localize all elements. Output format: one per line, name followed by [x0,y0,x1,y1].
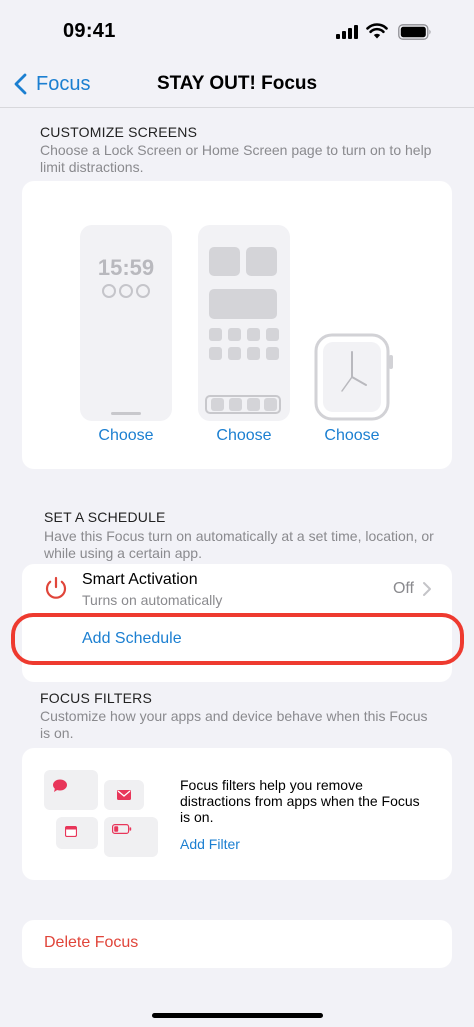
filter-tile [104,817,158,857]
app-icon-placeholder [266,328,279,341]
lock-screen-time: 15:59 [97,255,155,280]
filter-tile [56,817,98,849]
home-indicator [111,412,141,415]
dock-placeholder [205,395,281,414]
choose-watch-face-button[interactable]: Choose [302,427,402,445]
app-icon-placeholder [247,328,260,341]
delete-focus-row[interactable]: Delete Focus [22,920,452,968]
watch-face-preview[interactable] [314,333,394,421]
lock-screen-preview[interactable]: 15:59 [80,225,172,421]
message-icon [53,779,67,792]
smart-activation-label: Smart Activation [82,571,198,588]
home-screen-preview[interactable] [198,225,290,421]
status-time: 09:41 [63,20,116,42]
battery-icon [398,24,431,40]
set-schedule-header: SET A SCHEDULE [44,509,166,525]
filter-tile [44,770,98,810]
app-icon-placeholder [209,347,222,360]
home-indicator-bar[interactable] [152,1013,323,1018]
calendar-icon [65,826,77,837]
set-schedule-description: Have this Focus turn on automatically at… [44,528,434,561]
customize-screens-header: CUSTOMIZE SCREENS [40,124,198,140]
focus-filters-info: Focus filters help you remove distractio… [180,777,420,825]
lock-screen-widgets [102,284,150,298]
widget-placeholder [209,247,240,276]
customize-screens-description: Choose a Lock Screen or Home Screen page… [40,142,432,175]
highlight-annotation [11,613,464,665]
focus-filters-header: FOCUS FILTERS [40,690,153,706]
chevron-right-icon [423,582,431,596]
app-icon-placeholder [228,347,241,360]
navigation-bar: Focus STAY OUT! Focus [0,60,474,108]
filter-tile [104,780,144,810]
app-icon-placeholder [228,328,241,341]
power-icon [45,576,67,599]
settings-content[interactable]: CUSTOMIZE SCREENS Choose a Lock Screen o… [0,108,474,1027]
app-icon-placeholder [209,328,222,341]
widget-placeholder [246,247,277,276]
smart-activation-subtitle: Turns on automatically [82,592,223,608]
smart-activation-row[interactable]: Smart Activation Turns on automatically … [22,564,452,615]
cellular-signal-icon [336,25,360,39]
choose-lock-screen-button[interactable]: Choose [76,427,176,445]
customize-screens-card: 15:59 Choose Choose Choose [22,181,452,469]
focus-filters-card: Focus filters help you remove distractio… [22,748,452,880]
status-bar: 09:41 [0,0,474,60]
page-title: STAY OUT! Focus [156,73,318,94]
choose-home-screen-button[interactable]: Choose [194,427,294,445]
add-filter-button[interactable]: Add Filter [180,836,240,852]
delete-focus-button[interactable]: Delete Focus [44,934,138,952]
smart-activation-value: Off [392,580,414,597]
wifi-icon [366,23,388,39]
app-icon-placeholder [266,347,279,360]
app-icon-placeholder [247,347,260,360]
mail-icon [117,790,131,800]
battery-low-icon [112,824,132,834]
focus-filters-description: Customize how your apps and device behav… [40,708,428,741]
widget-placeholder [209,289,277,319]
